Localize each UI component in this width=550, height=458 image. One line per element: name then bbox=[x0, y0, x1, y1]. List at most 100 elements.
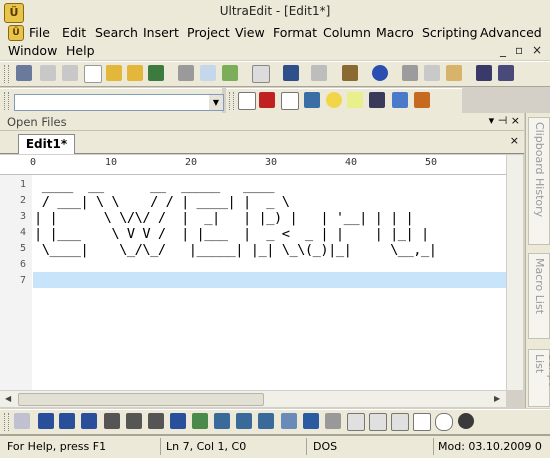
underline-icon[interactable] bbox=[81, 413, 97, 429]
sidebar-tab-script-list[interactable]: Script List bbox=[528, 349, 550, 407]
list-icon[interactable] bbox=[126, 413, 142, 429]
menu-edit[interactable]: Edit bbox=[62, 25, 86, 40]
line-number: 7 bbox=[19, 275, 26, 286]
toolbar-grip[interactable] bbox=[4, 65, 9, 83]
scroll-left-icon[interactable]: ◀ bbox=[5, 394, 11, 403]
word-wrap-icon[interactable] bbox=[283, 65, 299, 81]
bold-icon[interactable] bbox=[38, 413, 54, 429]
sidebar-tab-clipboard-history[interactable]: Clipboard History bbox=[528, 117, 550, 245]
column-ruler: 0 10 20 30 40 50 bbox=[0, 155, 506, 175]
editor-area[interactable]: 1 2 3 4 5 6 7 ____ __ __ _____ ____ / __… bbox=[0, 175, 506, 390]
menu-window[interactable]: Window bbox=[8, 43, 57, 58]
sidebar-tab-label: Macro List bbox=[533, 258, 546, 315]
new-file-icon[interactable] bbox=[84, 65, 102, 83]
button-icon[interactable] bbox=[391, 413, 409, 431]
status-format: DOS bbox=[313, 440, 338, 453]
wikipedia-icon[interactable] bbox=[281, 92, 299, 110]
mdi-minimize-button[interactable]: _ bbox=[500, 43, 506, 57]
menu-format[interactable]: Format bbox=[273, 25, 317, 40]
print-preview-icon[interactable] bbox=[200, 65, 216, 81]
paragraph-icon[interactable] bbox=[258, 413, 274, 429]
vertical-scrollbar[interactable] bbox=[506, 155, 523, 390]
image-icon[interactable] bbox=[192, 413, 208, 429]
hex-mode-icon[interactable] bbox=[311, 65, 327, 81]
spell-check-icon[interactable] bbox=[222, 65, 238, 81]
link-icon[interactable] bbox=[392, 92, 408, 108]
menu-insert[interactable]: Insert bbox=[143, 25, 179, 40]
find-next-icon[interactable] bbox=[498, 65, 514, 81]
menu-macro[interactable]: Macro bbox=[376, 25, 414, 40]
google-icon[interactable] bbox=[238, 92, 256, 110]
toolbar-grip[interactable] bbox=[229, 92, 234, 110]
find-icon[interactable] bbox=[476, 65, 492, 81]
form-icon[interactable] bbox=[325, 413, 341, 429]
back-icon[interactable] bbox=[40, 65, 56, 81]
cut-icon[interactable] bbox=[402, 65, 418, 81]
menu-advanced[interactable]: Advanced bbox=[480, 25, 542, 40]
ordered-list-icon[interactable] bbox=[148, 413, 164, 429]
menu-column[interactable]: Column bbox=[323, 25, 371, 40]
windows-icon[interactable] bbox=[414, 92, 430, 108]
menu-help[interactable]: Help bbox=[66, 43, 95, 58]
file-tab-row: Edit1* × bbox=[0, 131, 524, 154]
status-separator bbox=[306, 438, 307, 455]
horizontal-scroll-thumb[interactable] bbox=[18, 393, 264, 406]
code-icon[interactable] bbox=[347, 92, 363, 108]
save-icon[interactable] bbox=[148, 65, 164, 81]
idea-icon[interactable] bbox=[326, 92, 342, 108]
ruler-label: 30 bbox=[265, 157, 278, 168]
status-separator bbox=[433, 438, 434, 455]
internet-icon[interactable] bbox=[372, 65, 388, 81]
ruler-label: 40 bbox=[345, 157, 358, 168]
search-combo[interactable]: ▼ bbox=[14, 94, 224, 111]
status-bar: For Help, press F1 Ln 7, Col 1, C0 DOS M… bbox=[0, 435, 550, 458]
hr-icon[interactable] bbox=[303, 413, 319, 429]
open-folder-icon[interactable] bbox=[127, 65, 143, 81]
sidebar-tab-macro-list[interactable]: Macro List bbox=[528, 253, 550, 339]
chevron-down-icon[interactable]: ▼ bbox=[209, 95, 223, 110]
font-icon[interactable] bbox=[170, 413, 186, 429]
new-project-icon[interactable] bbox=[16, 65, 32, 81]
horizontal-scrollbar[interactable]: ◀ ▶ bbox=[0, 390, 506, 407]
column-mode-icon[interactable] bbox=[342, 65, 358, 81]
msdn-icon[interactable] bbox=[304, 92, 320, 108]
document-menu-icon[interactable]: Ü bbox=[8, 25, 24, 41]
html-icon[interactable] bbox=[14, 413, 30, 429]
mdi-restore-button[interactable]: ▫ bbox=[515, 43, 523, 57]
indent-icon[interactable] bbox=[214, 413, 230, 429]
textarea-icon[interactable] bbox=[369, 413, 387, 431]
menu-search[interactable]: Search bbox=[95, 25, 138, 40]
close-tab-icon[interactable]: × bbox=[510, 134, 519, 147]
copy-icon[interactable] bbox=[424, 65, 440, 81]
menu-scripting[interactable]: Scripting bbox=[422, 25, 478, 40]
paste-icon[interactable] bbox=[446, 65, 462, 81]
radio-icon[interactable] bbox=[435, 413, 453, 431]
sidebar-tab-label: Clipboard History bbox=[533, 122, 546, 218]
php-icon[interactable] bbox=[369, 92, 385, 108]
textfield-icon[interactable] bbox=[347, 413, 365, 431]
forward-icon[interactable] bbox=[62, 65, 78, 81]
scroll-right-icon[interactable]: ▶ bbox=[494, 394, 500, 403]
align-icon[interactable] bbox=[104, 413, 120, 429]
table-icon[interactable] bbox=[281, 413, 297, 429]
print-icon[interactable] bbox=[178, 65, 194, 81]
yahoo-icon[interactable] bbox=[259, 92, 275, 108]
html-toolbar bbox=[0, 409, 550, 435]
tab-edit1[interactable]: Edit1* bbox=[18, 134, 75, 154]
right-sidebar: Clipboard History Macro List Script List bbox=[525, 113, 550, 408]
toolbar-grip[interactable] bbox=[4, 413, 9, 431]
editor-text[interactable]: ____ __ __ _____ ____ / ___| \ \ / / | _… bbox=[34, 178, 437, 274]
outdent-icon[interactable] bbox=[236, 413, 252, 429]
toolbar-grip[interactable] bbox=[4, 92, 9, 110]
properties-icon[interactable] bbox=[252, 65, 270, 83]
open-file-icon[interactable] bbox=[106, 65, 122, 81]
record-icon[interactable] bbox=[458, 413, 474, 429]
menu-project[interactable]: Project bbox=[187, 25, 230, 40]
checkbox-icon[interactable] bbox=[413, 413, 431, 431]
italic-icon[interactable] bbox=[59, 413, 75, 429]
sidebar-tab-label: Script List bbox=[533, 354, 550, 386]
panel-controls-icon[interactable]: ▾ ⊣ × bbox=[489, 114, 520, 127]
menu-file[interactable]: File bbox=[29, 25, 50, 40]
menu-view[interactable]: View bbox=[235, 25, 265, 40]
mdi-close-button[interactable]: × bbox=[532, 43, 542, 57]
